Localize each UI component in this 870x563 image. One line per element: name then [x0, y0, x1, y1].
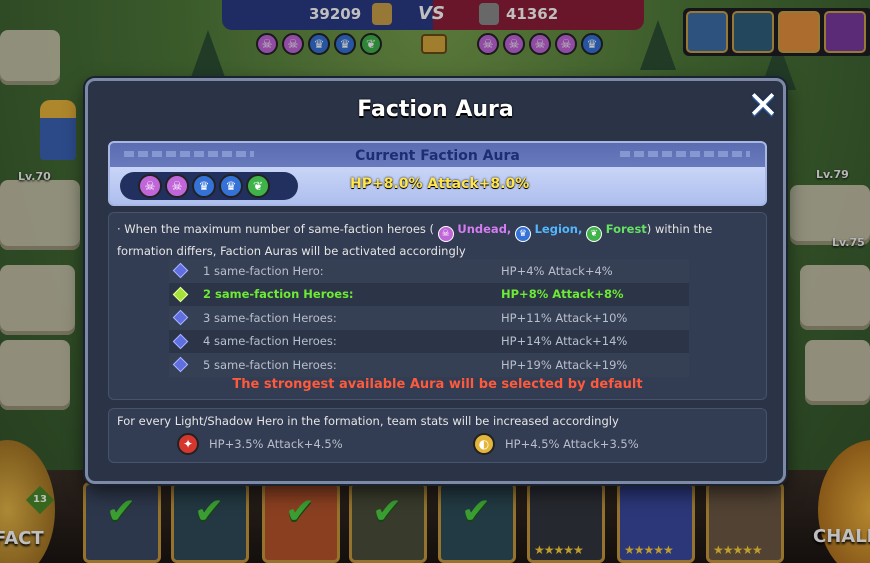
tier-diamond-icon — [172, 286, 189, 302]
aura-tier-row: 3 same-faction Heroes: HP+11% Attack+10% — [169, 306, 689, 330]
close-icon[interactable]: ✕ — [742, 85, 784, 127]
aura-tier-list: 1 same-faction Hero: HP+4% Attack+4% 2 s… — [169, 259, 689, 377]
tier-diamond-icon — [172, 309, 189, 326]
tier-bonus: HP+8% Attack+8% — [501, 287, 624, 302]
undead-faction-icon: ☠ — [165, 174, 189, 198]
aura-tier-row-active: 2 same-faction Heroes: HP+8% Attack+8% — [169, 282, 689, 306]
aura-tier-row: 1 same-faction Hero: HP+4% Attack+4% — [169, 259, 689, 283]
tier-bonus: HP+14% Attack+14% — [501, 334, 628, 349]
current-aura-band: ☠ ☠ ♛ ♛ ❦ HP+8.0% Attack+8.0% — [110, 167, 765, 204]
legion-faction-icon: ♛ — [514, 226, 531, 242]
desc-prefix: · When the maximum number of same-factio… — [117, 222, 435, 236]
default-aura-note: The strongest available Aura will be sel… — [232, 377, 643, 392]
forest-faction-icon: ❦ — [586, 226, 603, 242]
tier-bonus: HP+4% Attack+4% — [501, 263, 613, 278]
light-faction-icon: ✦ — [177, 433, 199, 455]
tier-diamond-icon — [172, 333, 189, 349]
light-bonus-text: HP+3.5% Attack+4.5% — [209, 437, 343, 451]
shadow-faction-icon: ◐ — [473, 433, 495, 455]
tier-label: 3 same-faction Heroes: — [203, 310, 337, 325]
shadow-bonus-text: HP+4.5% Attack+3.5% — [505, 437, 639, 451]
shadow-bonus: ◐ HP+4.5% Attack+3.5% — [473, 433, 639, 455]
undead-faction-icon: ☠ — [138, 174, 162, 198]
aura-description: · When the maximum number of same-factio… — [117, 220, 757, 260]
tier-label: 2 same-faction Heroes: — [203, 287, 354, 302]
current-aura-stat: HP+8.0% Attack+8.0% — [350, 176, 530, 192]
undead-label: Undead, — [457, 222, 512, 236]
tier-diamond-icon — [172, 262, 189, 279]
tier-label: 4 same-faction Heroes: — [203, 334, 337, 349]
tier-bonus: HP+11% Attack+10% — [501, 310, 628, 325]
tier-bonus: HP+19% Attack+19% — [501, 357, 628, 372]
tier-label: 1 same-faction Hero: — [203, 263, 324, 278]
faction-aura-dialog: Faction Aura ✕ Current Faction Aura ☠ ☠ … — [85, 78, 786, 484]
undead-faction-icon: ☠ — [437, 226, 454, 242]
dialog-title: Faction Aura — [357, 97, 514, 122]
current-faction-icons: ☠ ☠ ♛ ♛ ❦ — [120, 172, 298, 200]
tier-diamond-icon — [172, 356, 189, 373]
legion-faction-icon: ♛ — [192, 174, 216, 198]
light-bonus: ✦ HP+3.5% Attack+4.5% — [177, 433, 343, 455]
forest-label: Forest — [605, 222, 647, 236]
legion-label: Legion, — [534, 222, 583, 236]
tier-label: 5 same-faction Heroes: — [203, 357, 337, 372]
light-shadow-panel: For every Light/Shadow Hero in the forma… — [108, 408, 767, 463]
aura-tier-row: 4 same-faction Heroes: HP+14% Attack+14% — [169, 329, 689, 353]
current-aura-panel: Current Faction Aura ☠ ☠ ♛ ♛ ❦ HP+8.0% A… — [108, 141, 767, 206]
legion-faction-icon: ♛ — [219, 174, 243, 198]
light-shadow-description: For every Light/Shadow Hero in the forma… — [117, 414, 619, 428]
aura-info-panel: · When the maximum number of same-factio… — [108, 212, 767, 400]
forest-faction-icon: ❦ — [246, 174, 270, 198]
current-aura-title: Current Faction Aura — [355, 148, 520, 164]
aura-tier-row: 5 same-faction Heroes: HP+19% Attack+19% — [169, 353, 689, 377]
